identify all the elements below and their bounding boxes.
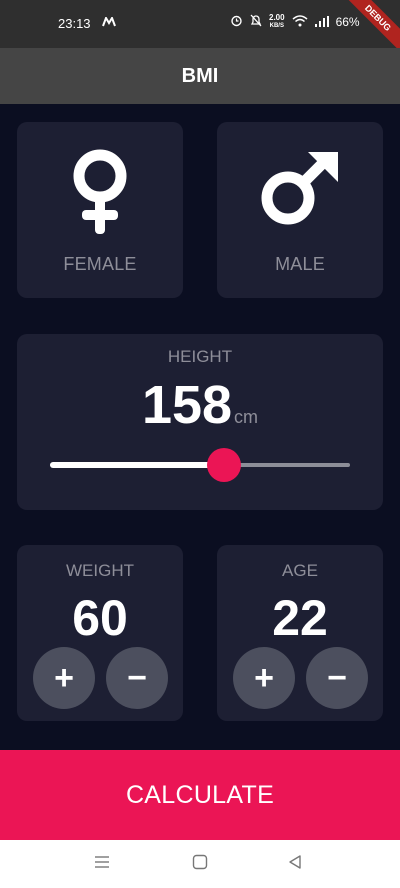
height-card: HEIGHT 158 cm xyxy=(17,334,383,510)
network-speed-unit: KB/S xyxy=(269,23,284,29)
status-bar: 23:13 2.00 KB/S 66% DEBUG xyxy=(0,0,400,60)
height-label: HEIGHT xyxy=(167,347,233,366)
slider-active-track xyxy=(50,462,224,468)
height-unit: cm xyxy=(234,407,259,427)
alarm-icon xyxy=(230,14,243,30)
calculate-button[interactable]: CALCULATE xyxy=(0,750,400,840)
plus-icon: + xyxy=(254,658,274,697)
weight-plus-button[interactable]: + xyxy=(33,647,95,709)
weight-label: WEIGHT xyxy=(66,561,134,580)
age-value: 22 xyxy=(272,590,328,646)
height-value: 158 xyxy=(141,375,233,435)
weight-value: 60 xyxy=(72,590,128,646)
female-symbol-icon xyxy=(68,148,132,243)
status-time: 23:13 xyxy=(58,16,91,31)
app-notification-icon xyxy=(102,15,116,30)
female-card[interactable]: FEMALE xyxy=(17,122,183,298)
page-title: BMI xyxy=(181,64,219,87)
network-speed: 2.00 KB/S xyxy=(269,14,285,30)
age-card: AGE 22 + − xyxy=(217,545,383,721)
age-minus-button[interactable]: − xyxy=(306,647,368,709)
mute-bell-icon xyxy=(250,14,262,30)
system-nav-bar xyxy=(0,840,400,888)
signal-icon xyxy=(314,15,329,30)
status-icons: 2.00 KB/S 66% xyxy=(230,14,360,30)
square-icon[interactable] xyxy=(192,854,208,875)
female-label: FEMALE xyxy=(63,254,137,274)
slider-thumb[interactable] xyxy=(207,448,241,482)
age-label: AGE xyxy=(282,561,318,580)
minus-icon: − xyxy=(127,658,147,697)
male-label: MALE xyxy=(275,254,325,274)
battery-percent: 66% xyxy=(335,15,360,29)
triangle-back-icon[interactable] xyxy=(287,854,303,875)
height-slider[interactable] xyxy=(50,448,350,482)
male-card[interactable]: MALE xyxy=(217,122,383,298)
weight-minus-button[interactable]: − xyxy=(106,647,168,709)
minus-icon: − xyxy=(327,658,347,697)
weight-card: WEIGHT 60 + − xyxy=(17,545,183,721)
wifi-icon xyxy=(292,14,308,30)
network-speed-value: 2.00 xyxy=(269,13,285,22)
menu-lines-icon[interactable] xyxy=(94,854,110,875)
male-symbol-icon xyxy=(258,150,342,233)
height-value-row: 158 cm xyxy=(17,374,383,436)
age-plus-button[interactable]: + xyxy=(233,647,295,709)
app-bar: BMI xyxy=(0,48,400,104)
plus-icon: + xyxy=(54,658,74,697)
calculate-label: CALCULATE xyxy=(125,780,275,809)
